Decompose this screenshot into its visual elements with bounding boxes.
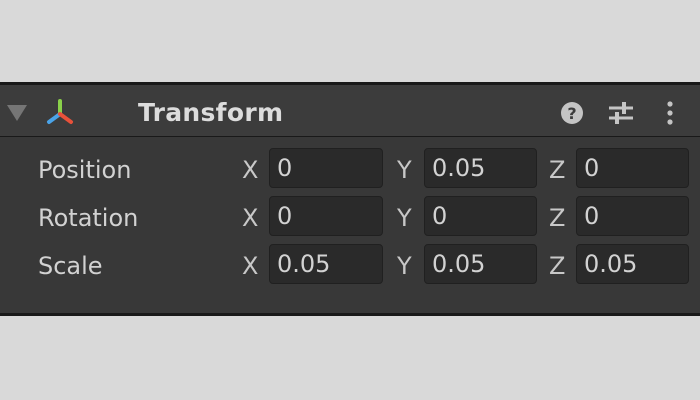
component-header[interactable]: Transform ?	[0, 85, 700, 136]
rotation-y-field[interactable]: 0	[424, 196, 537, 236]
foldout-arrow-icon[interactable]	[7, 105, 27, 121]
transform-component-panel: Transform ? Position X 0 Y 0.05 Z 0 Rota…	[0, 82, 700, 316]
scale-y-field[interactable]: 0.05	[424, 244, 537, 284]
position-y-field[interactable]: 0.05	[424, 148, 537, 188]
position-z-axis-label[interactable]: Z	[549, 155, 565, 185]
position-x-axis-label[interactable]: X	[242, 155, 258, 185]
scale-z-axis-label[interactable]: Z	[549, 251, 565, 281]
scale-z-field[interactable]: 0.05	[576, 244, 689, 284]
rotation-y-axis-label[interactable]: Y	[397, 203, 412, 233]
svg-text:?: ?	[567, 104, 576, 123]
position-label: Position	[38, 156, 132, 184]
presets-sliders-icon[interactable]	[606, 97, 636, 129]
transform-axes-icon	[47, 99, 73, 124]
rotation-x-field[interactable]: 0	[269, 196, 383, 236]
rotation-z-axis-label[interactable]: Z	[549, 203, 565, 233]
rotation-label: Rotation	[38, 204, 139, 232]
scale-x-axis-label[interactable]: X	[242, 251, 258, 281]
rotation-x-axis-label[interactable]: X	[242, 203, 258, 233]
position-x-field[interactable]: 0	[269, 148, 383, 188]
position-y-axis-label[interactable]: Y	[397, 155, 412, 185]
help-question-icon[interactable]: ?	[557, 97, 587, 129]
scale-y-axis-label[interactable]: Y	[397, 251, 412, 281]
rotation-z-field[interactable]: 0	[576, 196, 689, 236]
component-title: Transform	[138, 98, 284, 127]
position-z-field[interactable]: 0	[576, 148, 689, 188]
scale-label: Scale	[38, 252, 103, 280]
vertical-ellipsis-menu-icon[interactable]	[655, 97, 685, 129]
scale-x-field[interactable]: 0.05	[269, 244, 383, 284]
component-body: Position X 0 Y 0.05 Z 0 Rotation X 0 Y 0…	[0, 137, 700, 313]
